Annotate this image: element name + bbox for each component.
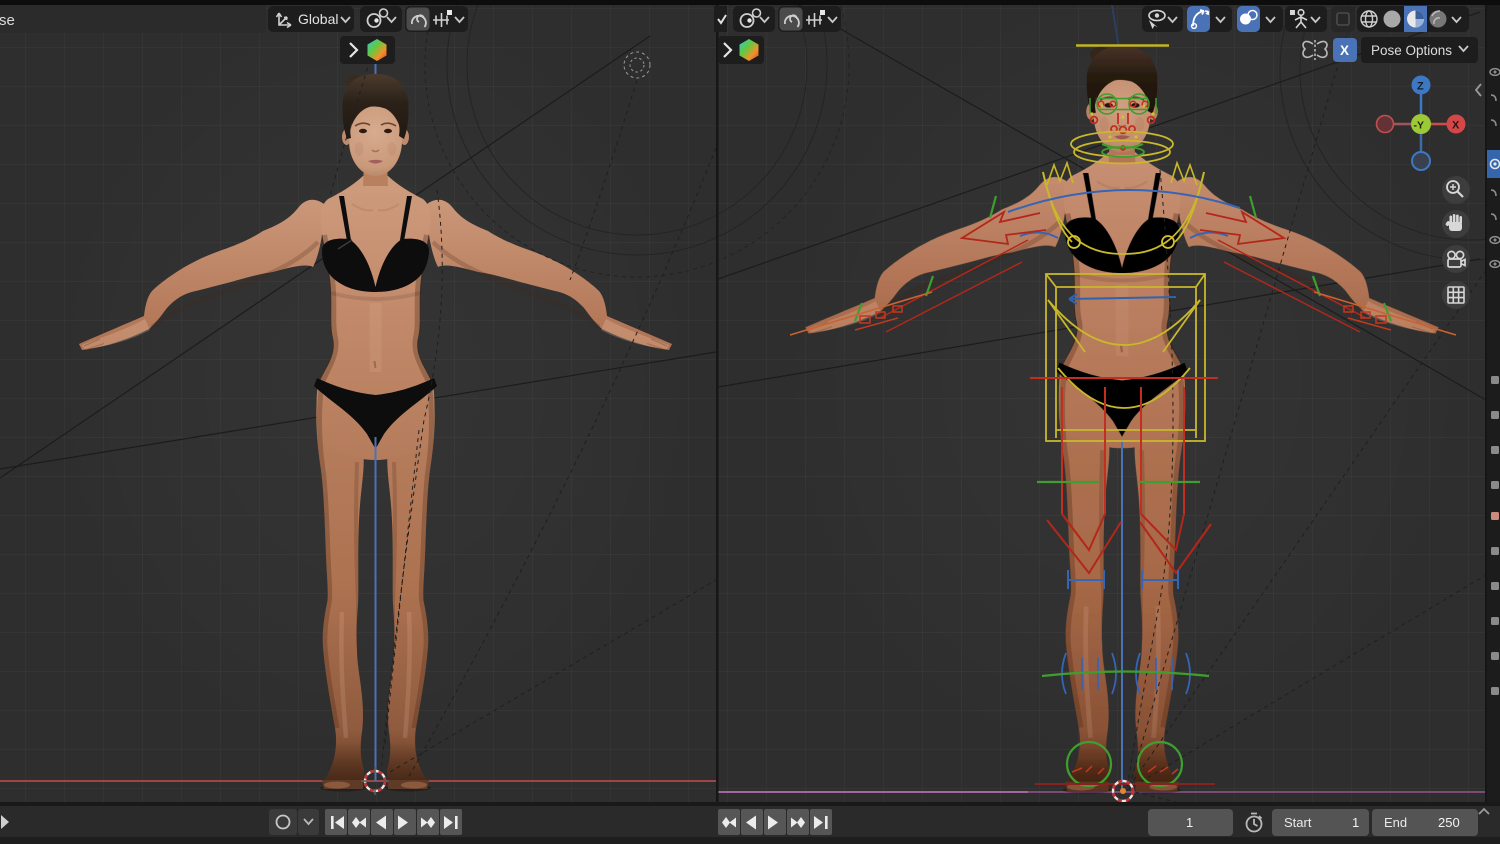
svg-text:End: End bbox=[1384, 815, 1407, 830]
svg-text:1: 1 bbox=[1352, 815, 1359, 830]
svg-text:Z: Z bbox=[1417, 81, 1424, 93]
svg-text:se: se bbox=[0, 12, 15, 29]
svg-text:X: X bbox=[1452, 120, 1460, 132]
svg-text:-Y: -Y bbox=[1414, 120, 1425, 132]
svg-text:Start: Start bbox=[1284, 815, 1312, 830]
svg-text:250: 250 bbox=[1438, 815, 1460, 830]
svg-text:Pose Options: Pose Options bbox=[1371, 43, 1452, 58]
svg-text:X: X bbox=[1340, 43, 1349, 58]
svg-text:Global: Global bbox=[298, 11, 338, 27]
svg-text:1: 1 bbox=[1186, 815, 1193, 830]
